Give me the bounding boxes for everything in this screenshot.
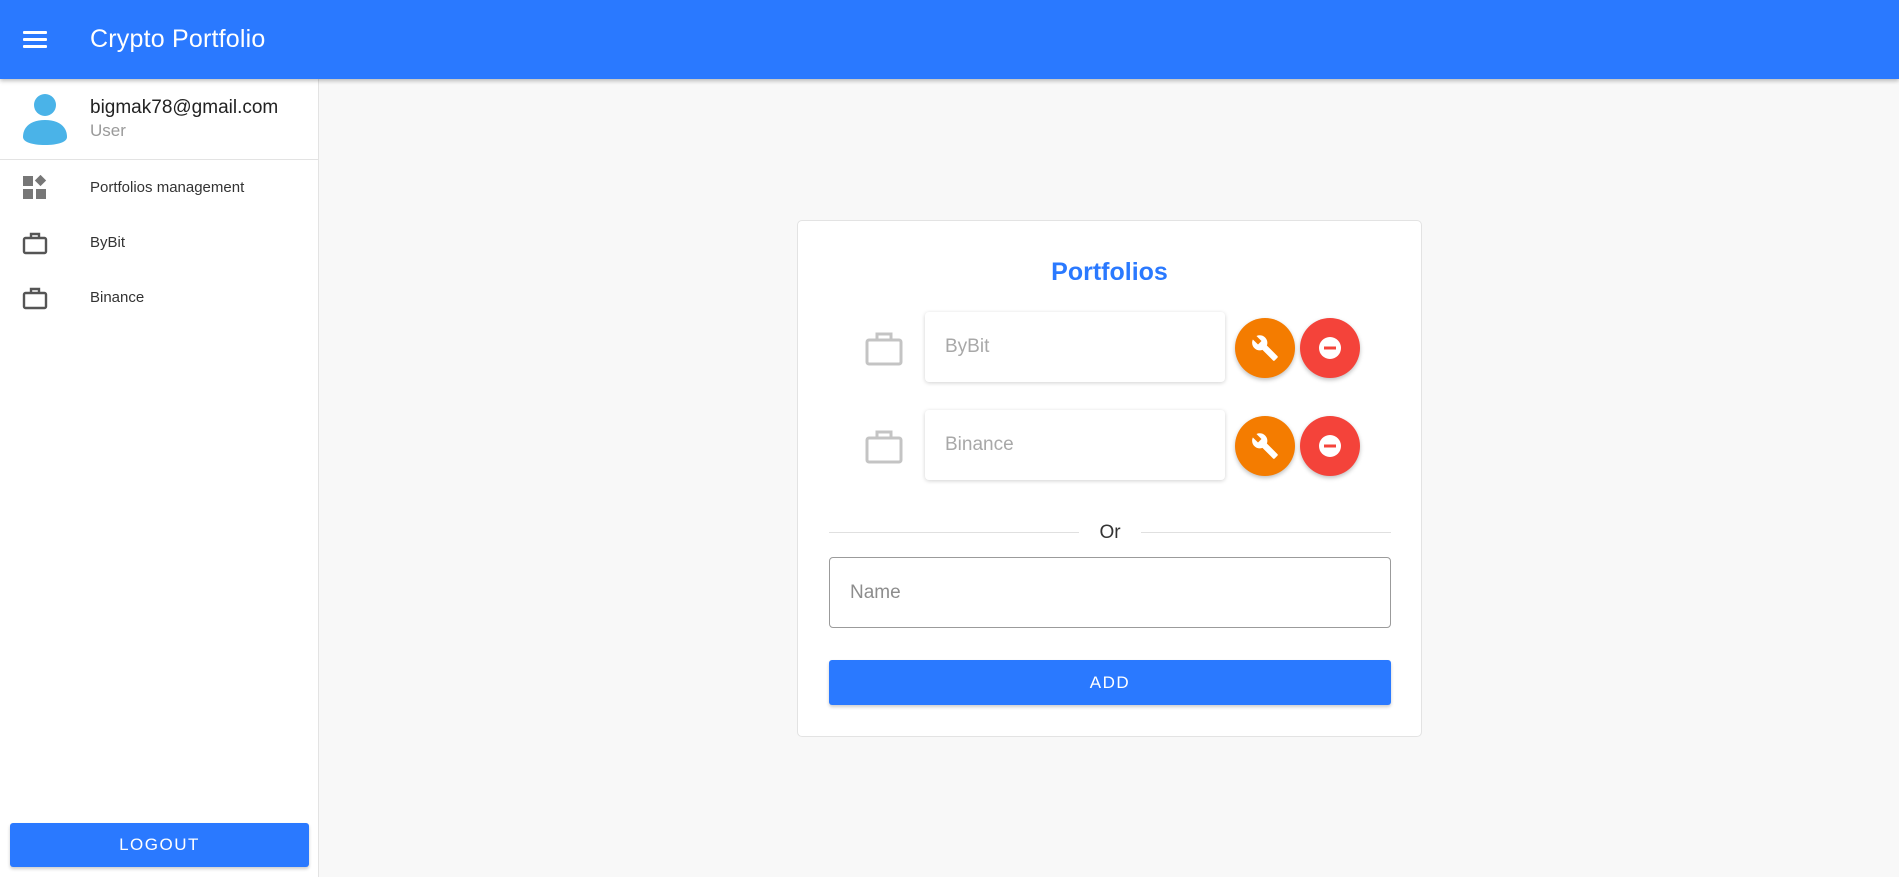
person-icon bbox=[23, 94, 67, 145]
nav-item-binance[interactable]: Binance bbox=[0, 270, 318, 325]
briefcase-icon bbox=[865, 430, 903, 464]
nav-item-label: ByBit bbox=[90, 234, 126, 251]
portfolio-name-input[interactable] bbox=[829, 557, 1391, 628]
portfolio-row: Binance bbox=[798, 410, 1421, 480]
nav-item-portfolios-management[interactable]: Portfolios management bbox=[0, 160, 318, 215]
minus-circle-icon bbox=[1319, 337, 1341, 359]
briefcase-icon bbox=[22, 230, 48, 256]
divider-text: Or bbox=[1099, 522, 1121, 543]
or-divider: Or bbox=[829, 521, 1391, 545]
portfolios-card: Portfolios ByBit Binance Or Name ADD bbox=[797, 220, 1422, 737]
navigation-drawer: bigmak78@gmail.com User Portfolios manag… bbox=[0, 79, 319, 877]
wrench-icon bbox=[1252, 335, 1278, 361]
remove-portfolio-button[interactable] bbox=[1300, 416, 1360, 476]
dashboard-icon bbox=[22, 174, 48, 201]
edit-portfolio-button[interactable] bbox=[1235, 318, 1295, 378]
app-bar: Crypto Portfolio bbox=[0, 0, 1899, 79]
nav-item-bybit[interactable]: ByBit bbox=[0, 215, 318, 270]
app-title: Crypto Portfolio bbox=[90, 25, 266, 53]
nav-item-label: Binance bbox=[90, 289, 145, 306]
logout-button[interactable]: Logout bbox=[10, 823, 309, 867]
menu-button[interactable] bbox=[0, 0, 70, 79]
portfolio-row: ByBit bbox=[798, 312, 1421, 382]
nav-item-label: Portfolios management bbox=[90, 179, 245, 196]
remove-portfolio-button[interactable] bbox=[1300, 318, 1360, 378]
portfolio-name-field[interactable]: ByBit bbox=[925, 312, 1225, 382]
wrench-icon bbox=[1252, 433, 1278, 459]
add-portfolio-button[interactable]: ADD bbox=[829, 660, 1391, 705]
card-title: Portfolios bbox=[1051, 258, 1168, 286]
menu-icon bbox=[23, 30, 47, 49]
user-email: bigmak78@gmail.com bbox=[90, 97, 279, 118]
user-role: User bbox=[90, 121, 126, 140]
edit-portfolio-button[interactable] bbox=[1235, 416, 1295, 476]
briefcase-icon bbox=[22, 285, 48, 311]
briefcase-icon bbox=[865, 332, 903, 366]
user-info: bigmak78@gmail.com User bbox=[90, 96, 278, 142]
minus-circle-icon bbox=[1319, 435, 1341, 457]
portfolio-name-field[interactable]: Binance bbox=[925, 410, 1225, 480]
user-card: bigmak78@gmail.com User bbox=[0, 79, 318, 160]
